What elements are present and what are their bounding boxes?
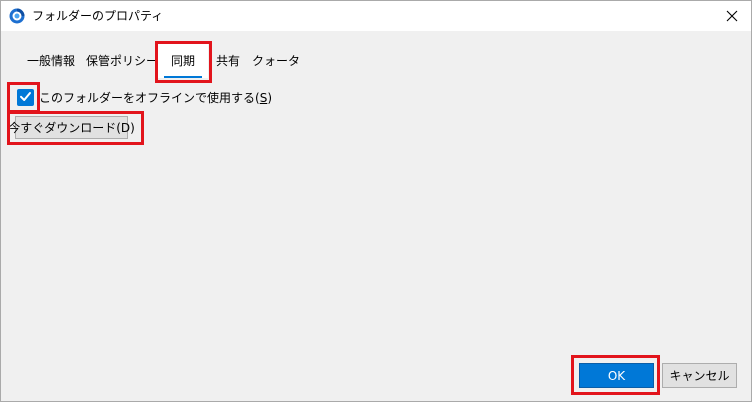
tab-quota[interactable]: クォータ (251, 42, 301, 78)
offline-checkbox-label[interactable]: このフォルダーをオフラインで使用する(S) (39, 91, 272, 105)
window-title: フォルダーのプロパティ (32, 9, 164, 23)
properties-dialog: フォルダーのプロパティ 一般情報 保管ポリシー 同期 共有 クォータ このフォル… (0, 0, 752, 402)
highlight-box-ok (571, 355, 660, 395)
tab-general[interactable]: 一般情報 (27, 42, 75, 78)
highlight-box-download (7, 111, 144, 145)
tab-label: 一般情報 (27, 54, 76, 68)
highlight-box-checkbox (7, 82, 40, 113)
cancel-button[interactable]: キャンセル (662, 363, 737, 388)
app-icon (9, 8, 25, 24)
highlight-box-sync-tab (155, 41, 212, 83)
close-button[interactable] (713, 1, 751, 31)
tab-label: 共有 (215, 54, 240, 68)
tab-retention-policy[interactable]: 保管ポリシー (84, 42, 160, 78)
close-icon (726, 7, 738, 26)
tab-strip: 一般情報 保管ポリシー 同期 共有 クォータ (10, 42, 745, 78)
tab-label: 保管ポリシー (85, 54, 158, 68)
title-bar: フォルダーのプロパティ (1, 1, 751, 31)
tab-label: クォータ (251, 54, 300, 68)
tab-sharing[interactable]: 共有 (214, 42, 242, 78)
